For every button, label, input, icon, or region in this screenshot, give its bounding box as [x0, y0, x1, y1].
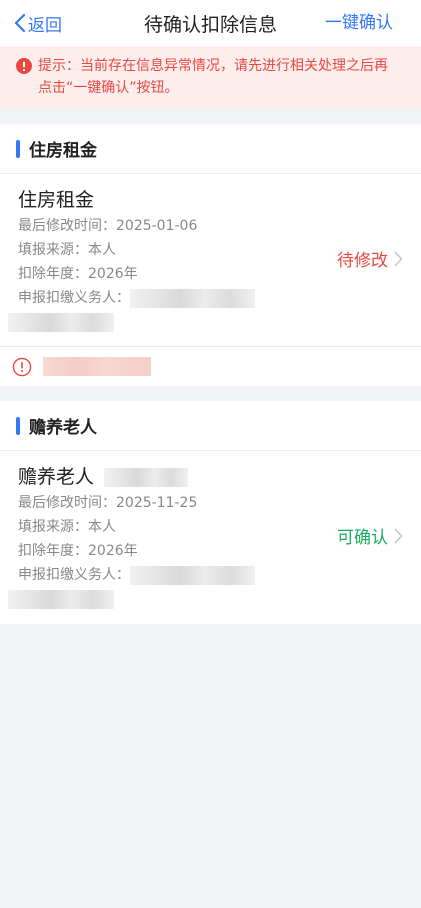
spacer	[0, 109, 421, 124]
card-title: 赡养老人	[18, 466, 95, 488]
agent-row-continued	[8, 587, 403, 611]
modified-time-label: 最后修改时间：	[18, 495, 116, 511]
back-chevron-icon	[14, 13, 26, 33]
deduction-card-elderly-support[interactable]: 赡养老人 最后修改时间：2025-11-25 填报来源：本人 扣除年度：2026…	[0, 451, 421, 624]
chevron-right-icon	[394, 528, 403, 543]
chevron-right-icon	[394, 251, 403, 266]
spacer	[0, 386, 421, 401]
source-value: 本人	[88, 242, 116, 258]
section-header-elderly-support: 赡养老人	[0, 401, 421, 451]
status-label: 可确认	[337, 528, 388, 548]
source-value: 本人	[88, 519, 116, 535]
redacted-agent-name	[130, 288, 255, 308]
section-title: 住房租金	[29, 141, 97, 161]
year-label: 扣除年度：	[18, 543, 88, 559]
redacted-agent-name	[130, 565, 255, 585]
modified-time-row: 最后修改时间：2025-01-06	[18, 214, 403, 238]
source-label: 填报来源：	[18, 242, 88, 258]
notice-text: 提示：当前存在信息异常情况，请先进行相关处理之后再点击“一键确认”按钮。	[38, 58, 388, 96]
alert-circle-icon	[12, 357, 32, 376]
source-label: 填报来源：	[18, 519, 88, 535]
redacted-person-name	[104, 467, 189, 487]
section-title: 赡养老人	[29, 418, 97, 438]
warning-icon	[16, 58, 32, 74]
card-title: 住房租金	[18, 189, 95, 211]
modified-time-row: 最后修改时间：2025-11-25	[18, 491, 403, 515]
back-label: 返回	[28, 15, 62, 36]
status-label: 待修改	[337, 251, 388, 271]
year-value: 2026年	[88, 543, 138, 559]
agent-label: 申报扣缴义务人：	[18, 290, 130, 306]
redacted-agent-name-cont	[8, 589, 114, 609]
modified-time-value: 2025-01-06	[116, 218, 198, 234]
modified-time-value: 2025-11-25	[116, 495, 198, 511]
section-header-housing-rent: 住房租金	[0, 124, 421, 174]
agent-label: 申报扣缴义务人：	[18, 567, 130, 583]
year-label: 扣除年度：	[18, 266, 88, 282]
agent-row-continued	[8, 310, 403, 334]
year-value: 2026年	[88, 266, 138, 282]
section-accent-bar	[16, 139, 20, 158]
deduction-card-housing-rent[interactable]: 住房租金 最后修改时间：2025-01-06 填报来源：本人 扣除年度：2026…	[0, 174, 421, 346]
redacted-agent-name-cont	[8, 312, 114, 332]
status-confirmable[interactable]: 可确认	[337, 523, 403, 548]
agent-row: 申报扣缴义务人：	[18, 286, 403, 310]
status-pending-edit[interactable]: 待修改	[337, 246, 403, 271]
page-title: 待确认扣除信息	[143, 13, 277, 36]
modified-time-label: 最后修改时间：	[18, 218, 116, 234]
warning-notice: 提示：当前存在信息异常情况，请先进行相关处理之后再点击“一键确认”按钮。	[0, 46, 421, 109]
agent-row: 申报扣缴义务人：	[18, 563, 403, 587]
card-error-row[interactable]	[0, 346, 421, 386]
nav-bar: 返回 待确认扣除信息 一键确认	[0, 0, 421, 46]
redacted-error-text	[43, 357, 151, 376]
card-title-row: 赡养老人	[18, 463, 403, 491]
back-button[interactable]: 返回	[14, 0, 62, 46]
confirm-all-button[interactable]: 一键确认	[325, 0, 393, 46]
section-accent-bar	[16, 416, 20, 435]
